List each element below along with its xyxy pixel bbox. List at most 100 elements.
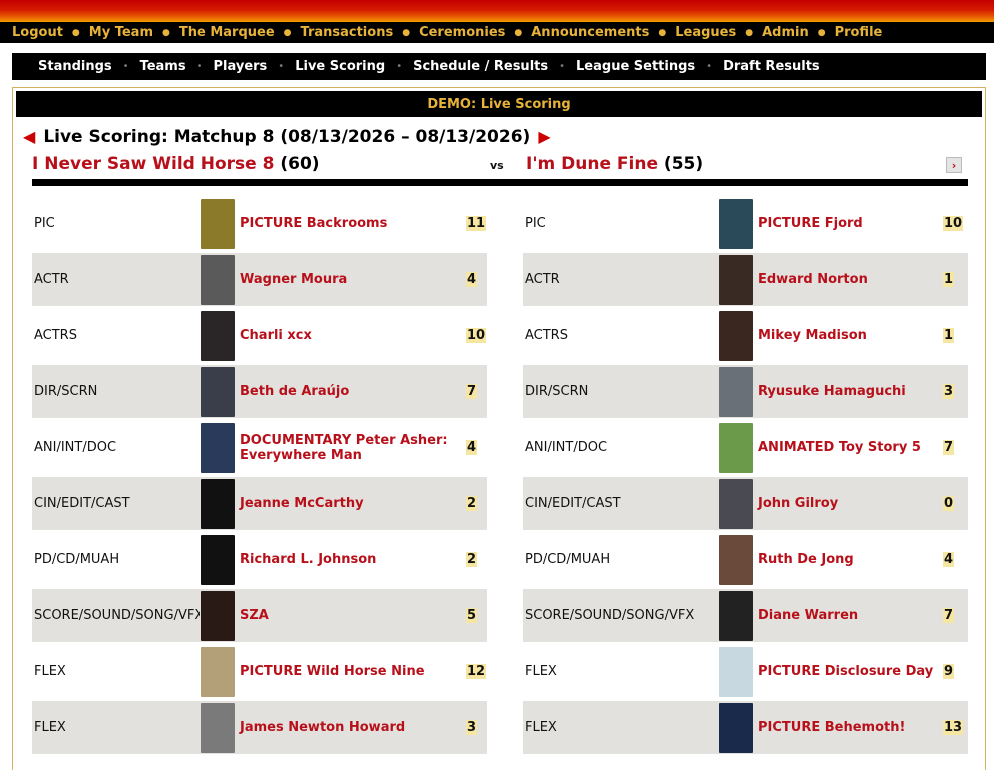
league-nav-link-players[interactable]: Players [214, 59, 268, 74]
right-player-link[interactable]: Ryusuke Hamaguchi [758, 384, 906, 399]
nav-separator: ● [817, 27, 826, 38]
right-player-link[interactable]: PICTURE Fjord [758, 216, 863, 231]
left-player-link[interactable]: James Newton Howard [240, 720, 405, 735]
left-player-link[interactable]: DOCUMENTARY Peter Asher: Everywhere Man [240, 433, 463, 463]
row-gap [489, 701, 523, 754]
left-points: 3 [466, 720, 478, 735]
table-row: FLEX PICTURE Wild Horse Nine 12 FLEX PICTURE… [32, 645, 968, 701]
left-player-link[interactable]: Beth de Araújo [240, 384, 349, 399]
league-nav-link-draft-results[interactable]: Draft Results [723, 59, 820, 74]
player-avatar[interactable] [201, 366, 235, 417]
player-avatar[interactable] [201, 422, 235, 473]
right-player-link[interactable]: Mikey Madison [758, 328, 867, 343]
player-avatar[interactable] [719, 254, 753, 305]
right-player-link[interactable]: PICTURE Behemoth! [758, 720, 905, 735]
player-avatar[interactable] [719, 422, 753, 473]
league-nav-link-standings[interactable]: Standings [38, 59, 112, 74]
right-player-link[interactable]: Ruth De Jong [758, 552, 854, 567]
right-position-label: FLEX [525, 664, 557, 679]
league-nav-link-teams[interactable]: Teams [140, 59, 186, 74]
left-position-label: SCORE/SOUND/SONG/VFX [32, 589, 203, 642]
left-arrow-icon[interactable]: ◀ [23, 129, 35, 145]
right-player-cell: Mikey Madison [754, 309, 940, 362]
player-avatar[interactable] [201, 310, 235, 361]
nav-link-logout[interactable]: Logout [12, 25, 63, 40]
chevron-right-icon[interactable]: › [946, 157, 962, 173]
player-avatar[interactable] [201, 534, 235, 585]
table-row: ANI/INT/DOC DOCUMENTARY Peter Asher: Ever… [32, 421, 968, 477]
left-player-link[interactable]: Wagner Moura [240, 272, 347, 287]
left-points: 4 [466, 440, 478, 455]
nav-separator: ● [745, 27, 754, 38]
player-avatar[interactable] [201, 254, 235, 305]
nav-link-announcements[interactable]: Announcements [531, 25, 649, 40]
right-player-link[interactable]: PICTURE Disclosure Day [758, 664, 933, 679]
nav-link-the-marquee[interactable]: The Marquee [179, 25, 275, 40]
nav-link-my-team[interactable]: My Team [89, 25, 153, 40]
left-player-photo [200, 309, 236, 362]
league-nav-link-league-settings[interactable]: League Settings [576, 59, 695, 74]
player-avatar[interactable] [201, 702, 235, 753]
left-player-cell: PICTURE Backrooms [236, 197, 463, 250]
right-player-link[interactable]: Diane Warren [758, 608, 858, 623]
left-player-link[interactable]: PICTURE Wild Horse Nine [240, 664, 425, 679]
league-nav-link-schedule-results[interactable]: Schedule / Results [413, 59, 548, 74]
league-nav-link-live-scoring[interactable]: Live Scoring [295, 59, 385, 74]
nav-link-leagues[interactable]: Leagues [675, 25, 736, 40]
right-player-link[interactable]: Edward Norton [758, 272, 868, 287]
left-player-link[interactable]: Richard L. Johnson [240, 552, 376, 567]
player-avatar[interactable] [201, 198, 235, 249]
left-player-link[interactable]: SZA [240, 608, 269, 623]
left-points: 7 [466, 384, 478, 399]
nav-link-profile[interactable]: Profile [835, 25, 883, 40]
nav-separator: ● [162, 27, 170, 38]
right-player-link[interactable]: ANIMATED Toy Story 5 [758, 440, 921, 455]
nav-link-ceremonies[interactable]: Ceremonies [419, 25, 505, 40]
left-position-label: ANI/INT/DOC [34, 440, 117, 455]
right-points: 10 [943, 216, 964, 231]
row-gap [489, 421, 523, 474]
player-avatar[interactable] [719, 534, 753, 585]
player-avatar[interactable] [719, 702, 753, 753]
left-team: I Never Saw Wild Horse 8 (60) [32, 154, 320, 174]
right-arrow-icon[interactable]: ▶ [538, 129, 550, 145]
right-points: 9 [943, 664, 955, 679]
left-player-photo [200, 477, 236, 530]
vs-label: vs [490, 159, 504, 172]
table-row: PIC PICTURE Backrooms 11 PIC PICTURE Fjord 10 [32, 197, 968, 253]
nav-separator: • [278, 61, 285, 72]
nav-link-transactions[interactable]: Transactions [301, 25, 394, 40]
left-player-cell: Beth de Araújo [236, 365, 463, 418]
right-team-name[interactable]: I'm Dune Fine [526, 154, 658, 174]
player-avatar[interactable] [719, 310, 753, 361]
player-avatar[interactable] [201, 646, 235, 697]
row-gap [489, 309, 523, 362]
right-player-link[interactable]: John Gilroy [758, 496, 838, 511]
left-points: 12 [466, 664, 487, 679]
player-avatar[interactable] [719, 198, 753, 249]
left-position-label: ACTR [32, 253, 200, 306]
row-gap [489, 477, 523, 530]
left-player-link[interactable]: Jeanne McCarthy [240, 496, 364, 511]
left-player-cell: SZA [236, 589, 463, 642]
player-avatar[interactable] [719, 646, 753, 697]
player-avatar[interactable] [201, 590, 235, 641]
right-points: 0 [943, 496, 955, 511]
player-avatar[interactable] [719, 366, 753, 417]
left-points-cell: 5 [463, 589, 487, 642]
right-points-cell: 10 [940, 197, 968, 250]
player-avatar[interactable] [201, 478, 235, 529]
player-avatar[interactable] [719, 478, 753, 529]
left-player-link[interactable]: PICTURE Backrooms [240, 216, 387, 231]
player-avatar[interactable] [719, 590, 753, 641]
live-scoring-panel: DEMO: Live Scoring ◀ Live Scoring: Match… [12, 87, 986, 770]
right-player-cell: PICTURE Behemoth! [754, 701, 940, 754]
left-player-link[interactable]: Charli xcx [240, 328, 312, 343]
left-position-label: PD/CD/MUAH [34, 552, 120, 567]
left-team-name[interactable]: I Never Saw Wild Horse 8 [32, 154, 274, 174]
right-player-photo [718, 589, 754, 642]
right-position-label: SCORE/SOUND/SONG/VFX [523, 589, 718, 642]
right-points-cell: 4 [940, 533, 968, 586]
nav-link-admin[interactable]: Admin [762, 25, 809, 40]
left-points-cell: 11 [463, 197, 487, 250]
